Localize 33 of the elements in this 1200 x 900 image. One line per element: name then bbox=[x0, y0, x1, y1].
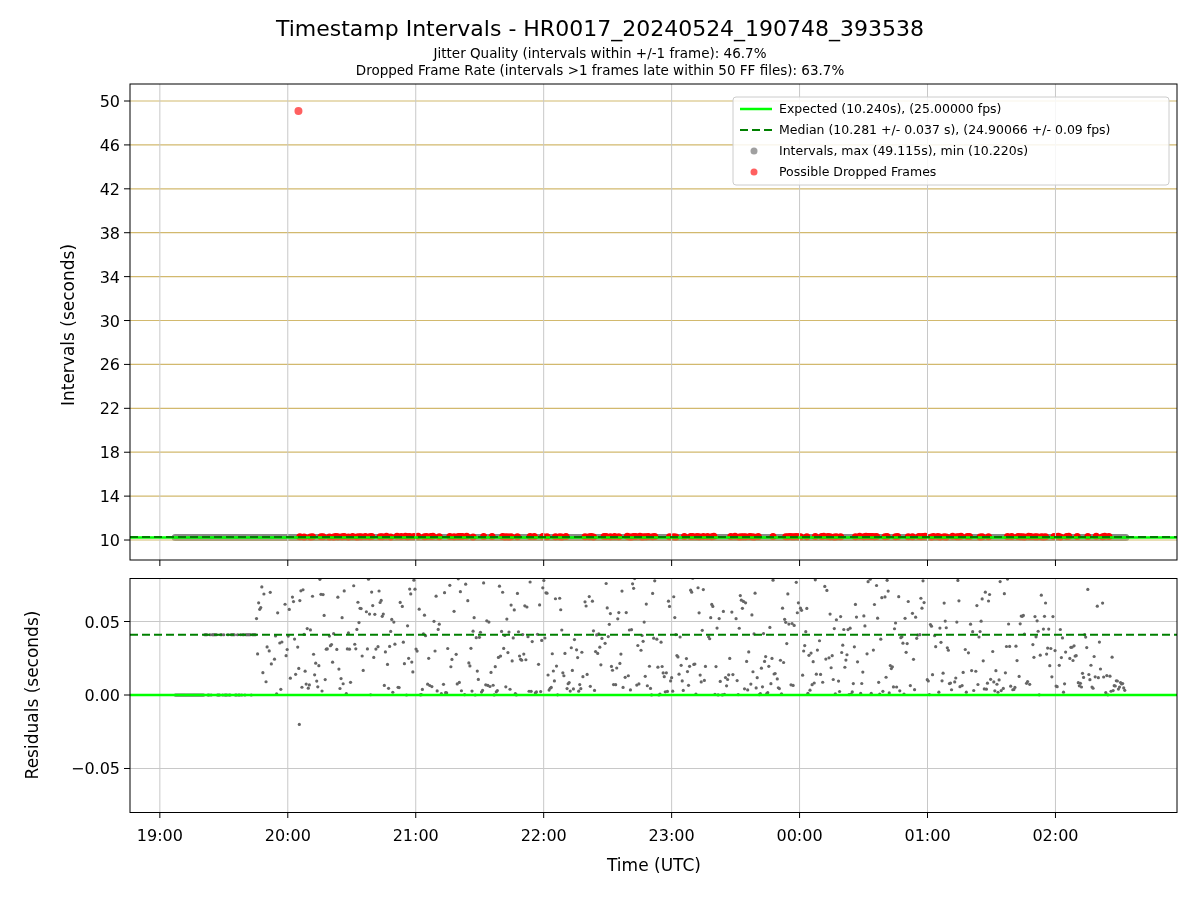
y-tick-label: 22 bbox=[99, 399, 120, 419]
x-axis-label: Time (UTC) bbox=[607, 855, 701, 875]
y-tick-label: 30 bbox=[99, 311, 120, 331]
chart-subtitle: Jitter Quality (intervals within +/-1 frame): 46.7% bbox=[433, 45, 767, 62]
x-tick-label: 00:00 bbox=[776, 826, 823, 845]
x-tick-label: 02:00 bbox=[1032, 826, 1079, 845]
y-tick-label: 10 bbox=[99, 531, 120, 550]
y-tick-label: 18 bbox=[99, 443, 120, 463]
chart-title: Timestamp Intervals - HR0017_20240524_190748_393538 bbox=[275, 15, 925, 44]
y-tick-label: 0.00 bbox=[84, 686, 120, 705]
y-tick-label: 50 bbox=[99, 92, 120, 111]
y-tick-label: 38 bbox=[99, 223, 120, 243]
legend-label: Intervals, max (49.115s), min (10.220s) bbox=[779, 143, 1029, 158]
y-tick-label: 14 bbox=[99, 487, 120, 507]
legend-label: Possible Dropped Frames bbox=[779, 164, 937, 179]
y-tick-label: 42 bbox=[99, 179, 120, 199]
y-axis-label: Residuals (seconds) bbox=[22, 610, 42, 780]
x-tick-label: 23:00 bbox=[648, 826, 695, 845]
legend-label: Expected (10.240s), (25.00000 fps) bbox=[779, 101, 1002, 116]
legend-label: Median (10.281 +/- 0.037 s), (24.90066 +/- 0.09 fps) bbox=[779, 122, 1111, 137]
y-tick-label: −0.05 bbox=[70, 759, 120, 779]
y-tick-label: 46 bbox=[99, 135, 120, 155]
x-tick-label: 20:00 bbox=[264, 826, 311, 845]
y-tick-label: 34 bbox=[99, 267, 120, 287]
x-tick-label: 21:00 bbox=[392, 826, 439, 845]
y-axis-label: Intervals (seconds) bbox=[58, 243, 78, 407]
dropped-frame-point bbox=[294, 106, 303, 115]
x-tick-label: 19:00 bbox=[136, 826, 183, 845]
x-tick-label: 22:00 bbox=[520, 826, 567, 845]
x-tick-label: 01:00 bbox=[904, 826, 951, 845]
y-tick-label: 0.05 bbox=[84, 612, 120, 632]
y-tick-label: 26 bbox=[99, 355, 120, 375]
chart-subtitle: Dropped Frame Rate (intervals >1 frames late within 50 FF files): 63.7% bbox=[355, 62, 845, 79]
